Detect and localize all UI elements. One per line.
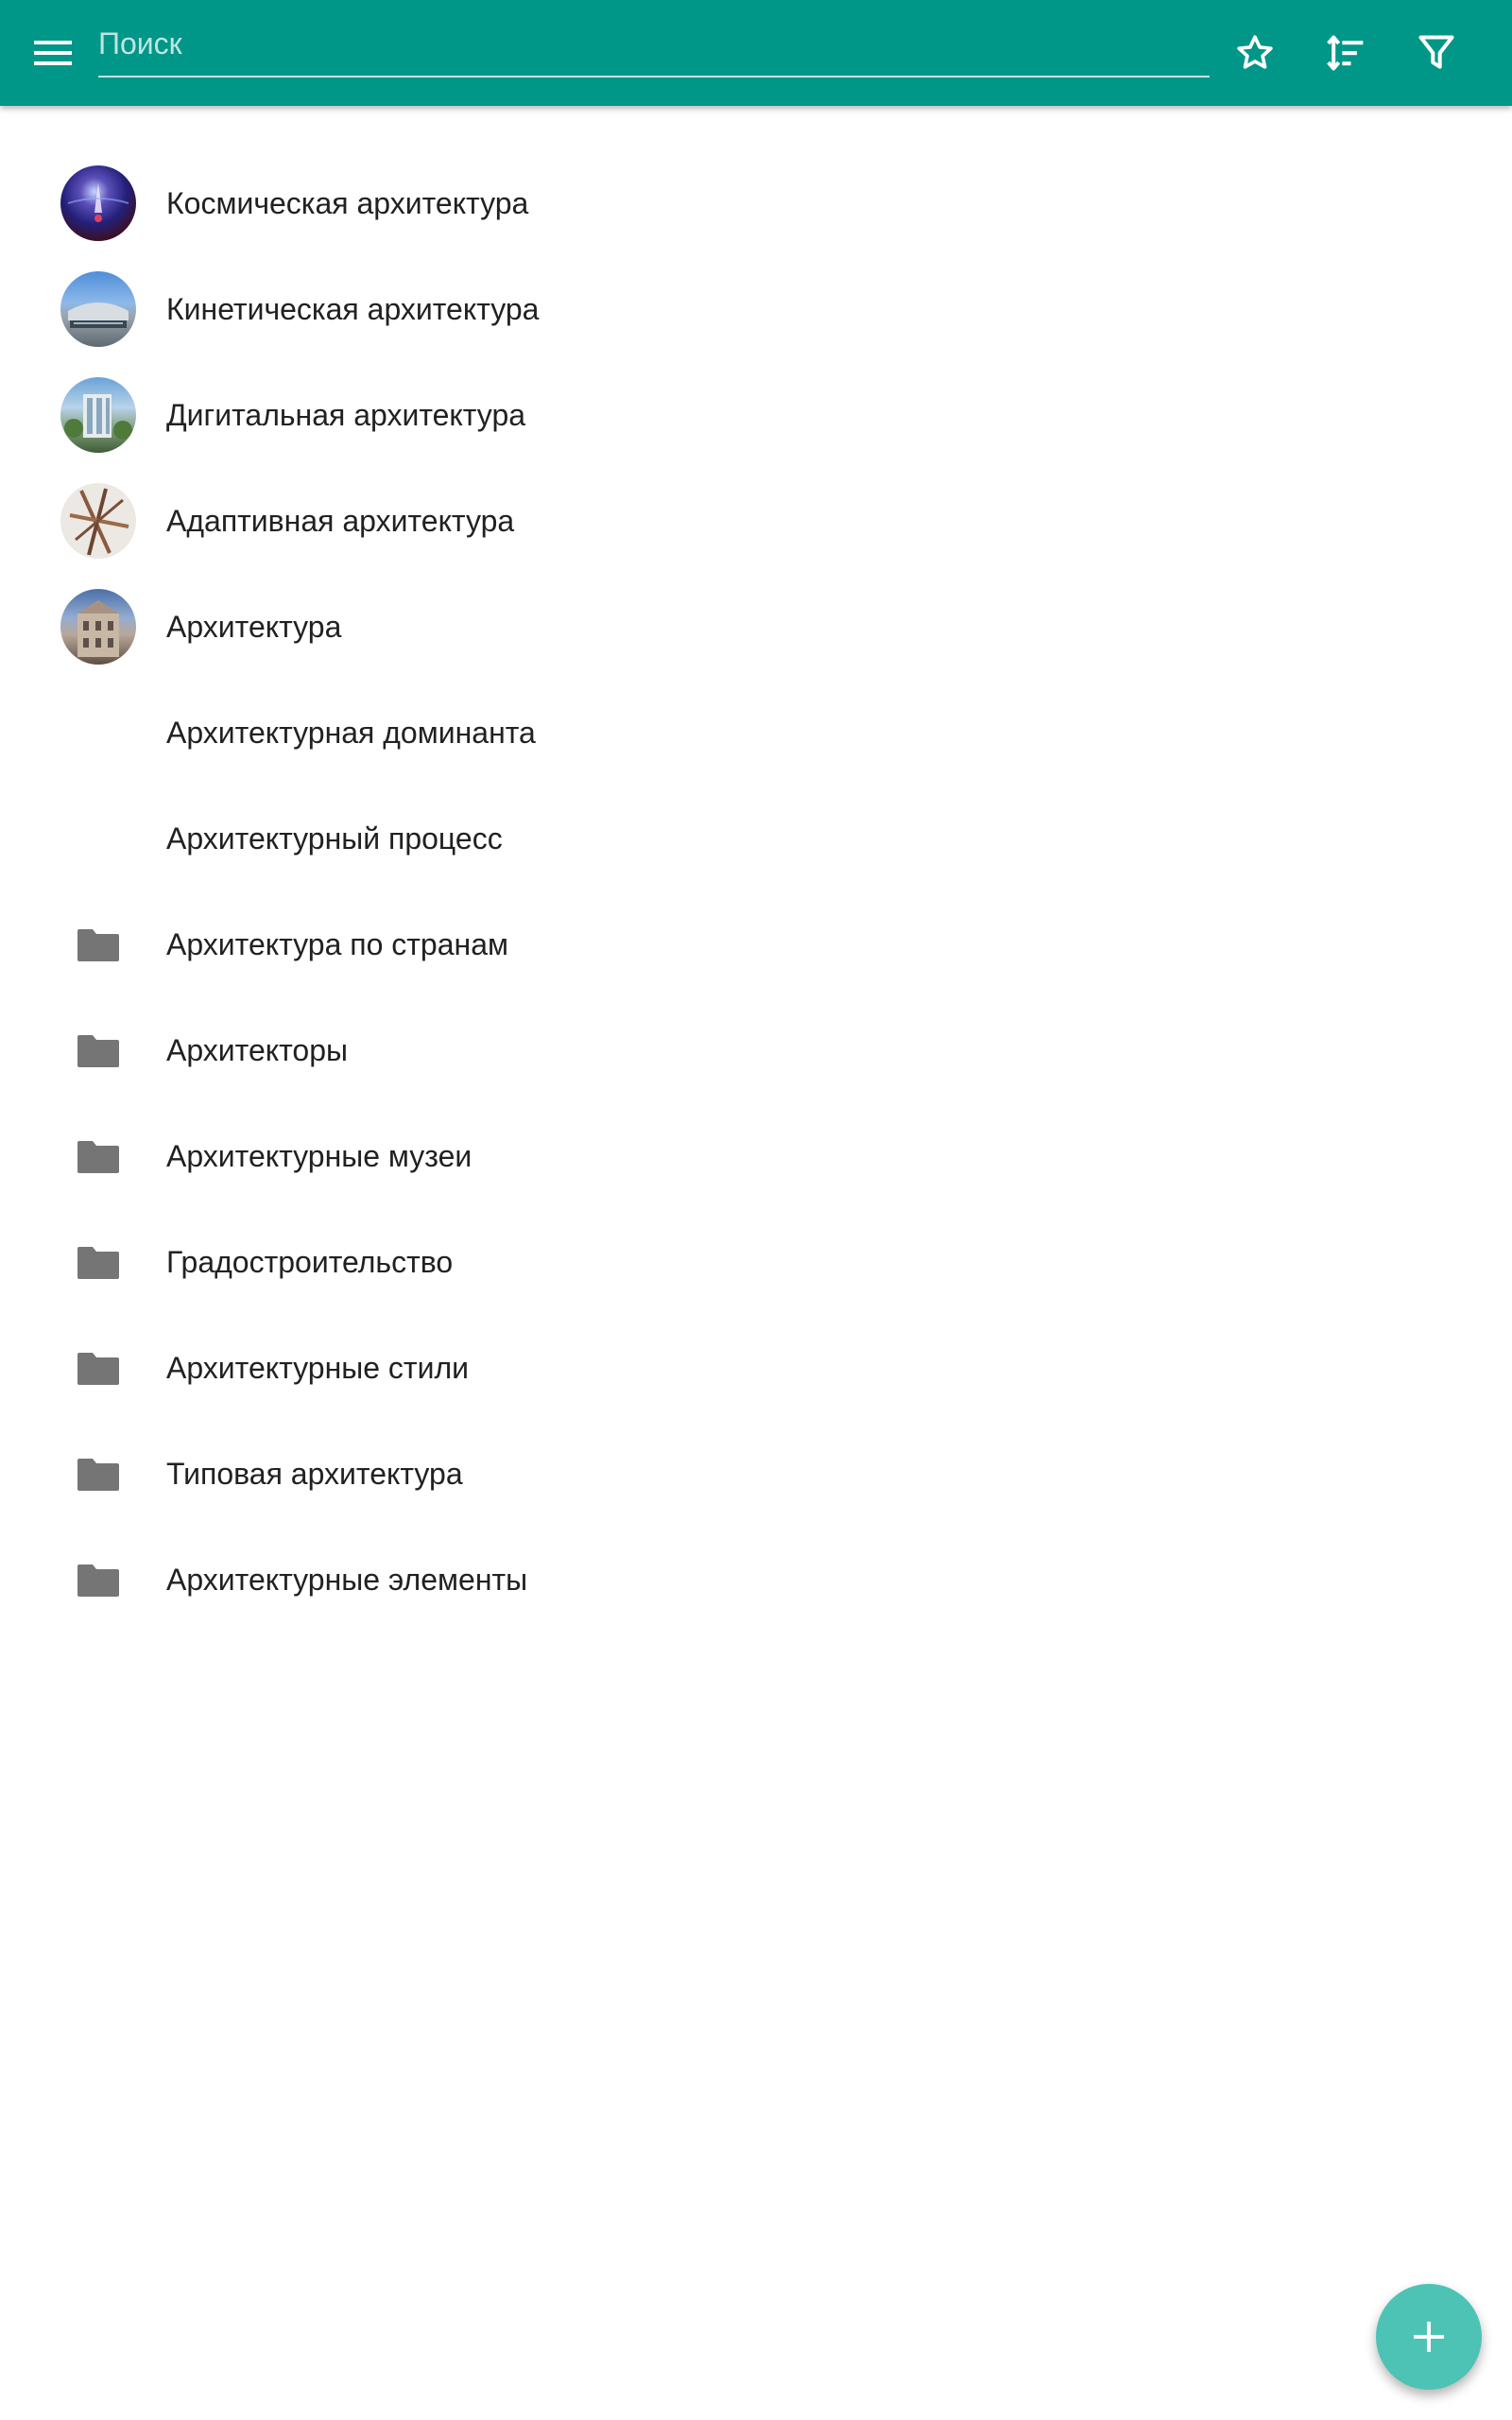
list-item[interactable]: Типовая архитектура: [0, 1421, 1512, 1527]
sort-icon: [1327, 35, 1364, 71]
list-item-label: Архитектурные элементы: [166, 1563, 528, 1597]
list-item[interactable]: Архитектурные стили: [0, 1315, 1512, 1421]
folder-icon: [77, 1141, 119, 1173]
article-thumbnail: [60, 589, 136, 665]
search-input[interactable]: [98, 15, 1210, 72]
list-item-label: Архитектурный процесс: [166, 821, 503, 856]
list-item[interactable]: Адаптивная архитектура: [0, 468, 1512, 574]
favorites-button[interactable]: [1221, 19, 1289, 87]
star-icon: [1237, 35, 1273, 69]
article-thumbnail: [60, 483, 136, 559]
search-field: [98, 15, 1210, 78]
folder-icon: [77, 1564, 119, 1597]
list-item[interactable]: Архитекторы: [0, 997, 1512, 1103]
list-item-label: Архитектурная доминанта: [166, 716, 536, 750]
list-item[interactable]: Архитектура по странам: [0, 891, 1512, 997]
list-item-label: Дигитальная архитектура: [166, 398, 526, 432]
folder-icon: [77, 1353, 119, 1385]
article-thumbnail: [60, 377, 136, 453]
list-item-label: Кинетическая архитектура: [166, 292, 540, 326]
list-item-label: Архитектура: [166, 610, 342, 644]
menu-icon: [34, 41, 72, 65]
list-item-label: Адаптивная архитектура: [166, 504, 515, 538]
sort-button[interactable]: [1312, 19, 1380, 87]
list-item[interactable]: Архитектурный процесс: [0, 786, 1512, 891]
article-thumbnail: [60, 165, 136, 241]
menu-button[interactable]: [19, 19, 87, 87]
list-item[interactable]: Архитектурные элементы: [0, 1527, 1512, 1633]
list-item[interactable]: Градостроительство: [0, 1209, 1512, 1315]
list-item[interactable]: Космическая архитектура: [0, 150, 1512, 256]
filter-icon: [1418, 35, 1454, 69]
article-thumbnail: [60, 271, 136, 347]
folder-icon: [77, 929, 119, 961]
list-item-label: Типовая архитектура: [166, 1457, 463, 1491]
folder-icon: [77, 1459, 119, 1491]
app-bar: [0, 0, 1512, 106]
list-item-label: Космическая архитектура: [166, 186, 529, 220]
list-item-label: Архитектурные стили: [166, 1351, 469, 1385]
list-item[interactable]: Дигитальная архитектура: [0, 362, 1512, 468]
list-item[interactable]: Архитектурная доминанта: [0, 680, 1512, 786]
folder-icon: [77, 1247, 119, 1279]
folder-icon: [77, 1035, 119, 1067]
list-item-label: Архитектурные музеи: [166, 1139, 472, 1173]
list-item-label: Архитекторы: [166, 1033, 348, 1067]
list-item[interactable]: Кинетическая архитектура: [0, 256, 1512, 362]
list-item-label: Архитектура по странам: [166, 927, 508, 961]
list-item[interactable]: Архитектурные музеи: [0, 1103, 1512, 1209]
add-button[interactable]: [1376, 2284, 1482, 2390]
list-item[interactable]: Архитектура: [0, 574, 1512, 680]
plus-icon: [1414, 2322, 1444, 2352]
filter-button[interactable]: [1402, 19, 1470, 87]
list-item-label: Градостроительство: [166, 1245, 454, 1279]
